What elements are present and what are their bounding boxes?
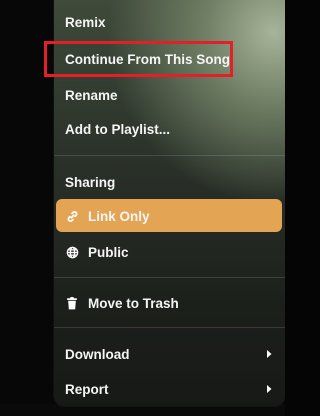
menu-item-label: Remix bbox=[65, 14, 106, 30]
menu-item-label: Rename bbox=[65, 87, 118, 103]
menu-divider bbox=[54, 155, 285, 156]
menu-item-label: Download bbox=[65, 346, 130, 362]
menu-item-add-to-playlist[interactable]: Add to Playlist... bbox=[54, 112, 285, 146]
menu-item-link-only[interactable]: Link Only bbox=[54, 199, 285, 233]
trash-icon bbox=[65, 296, 79, 310]
menu-divider bbox=[54, 277, 285, 278]
menu-item-remix[interactable]: Remix bbox=[54, 5, 285, 39]
highlight-annotation-box bbox=[44, 41, 233, 77]
menu-item-label: Move to Trash bbox=[88, 295, 179, 311]
menu-item-label: Add to Playlist... bbox=[65, 121, 171, 137]
menu-item-label: Link Only bbox=[88, 208, 150, 224]
menu-item-rename[interactable]: Rename bbox=[54, 78, 285, 112]
menu-item-download[interactable]: Download bbox=[54, 337, 285, 371]
menu-section-label: Sharing bbox=[65, 174, 116, 190]
menu-item-move-to-trash[interactable]: Move to Trash bbox=[54, 286, 285, 320]
menu-divider bbox=[54, 327, 285, 328]
menu-item-report[interactable]: Report bbox=[54, 372, 285, 406]
screen: Remix Continue From This Song Rename Add… bbox=[0, 0, 285, 416]
link-icon bbox=[65, 209, 79, 223]
menu-item-label: Public bbox=[88, 244, 129, 260]
chevron-right-icon bbox=[267, 385, 272, 393]
menu-item-public[interactable]: Public bbox=[54, 235, 285, 269]
chevron-right-icon bbox=[267, 350, 272, 358]
menu-section-sharing: Sharing bbox=[54, 165, 285, 199]
globe-icon bbox=[65, 245, 79, 259]
menu-item-label: Report bbox=[65, 381, 109, 397]
